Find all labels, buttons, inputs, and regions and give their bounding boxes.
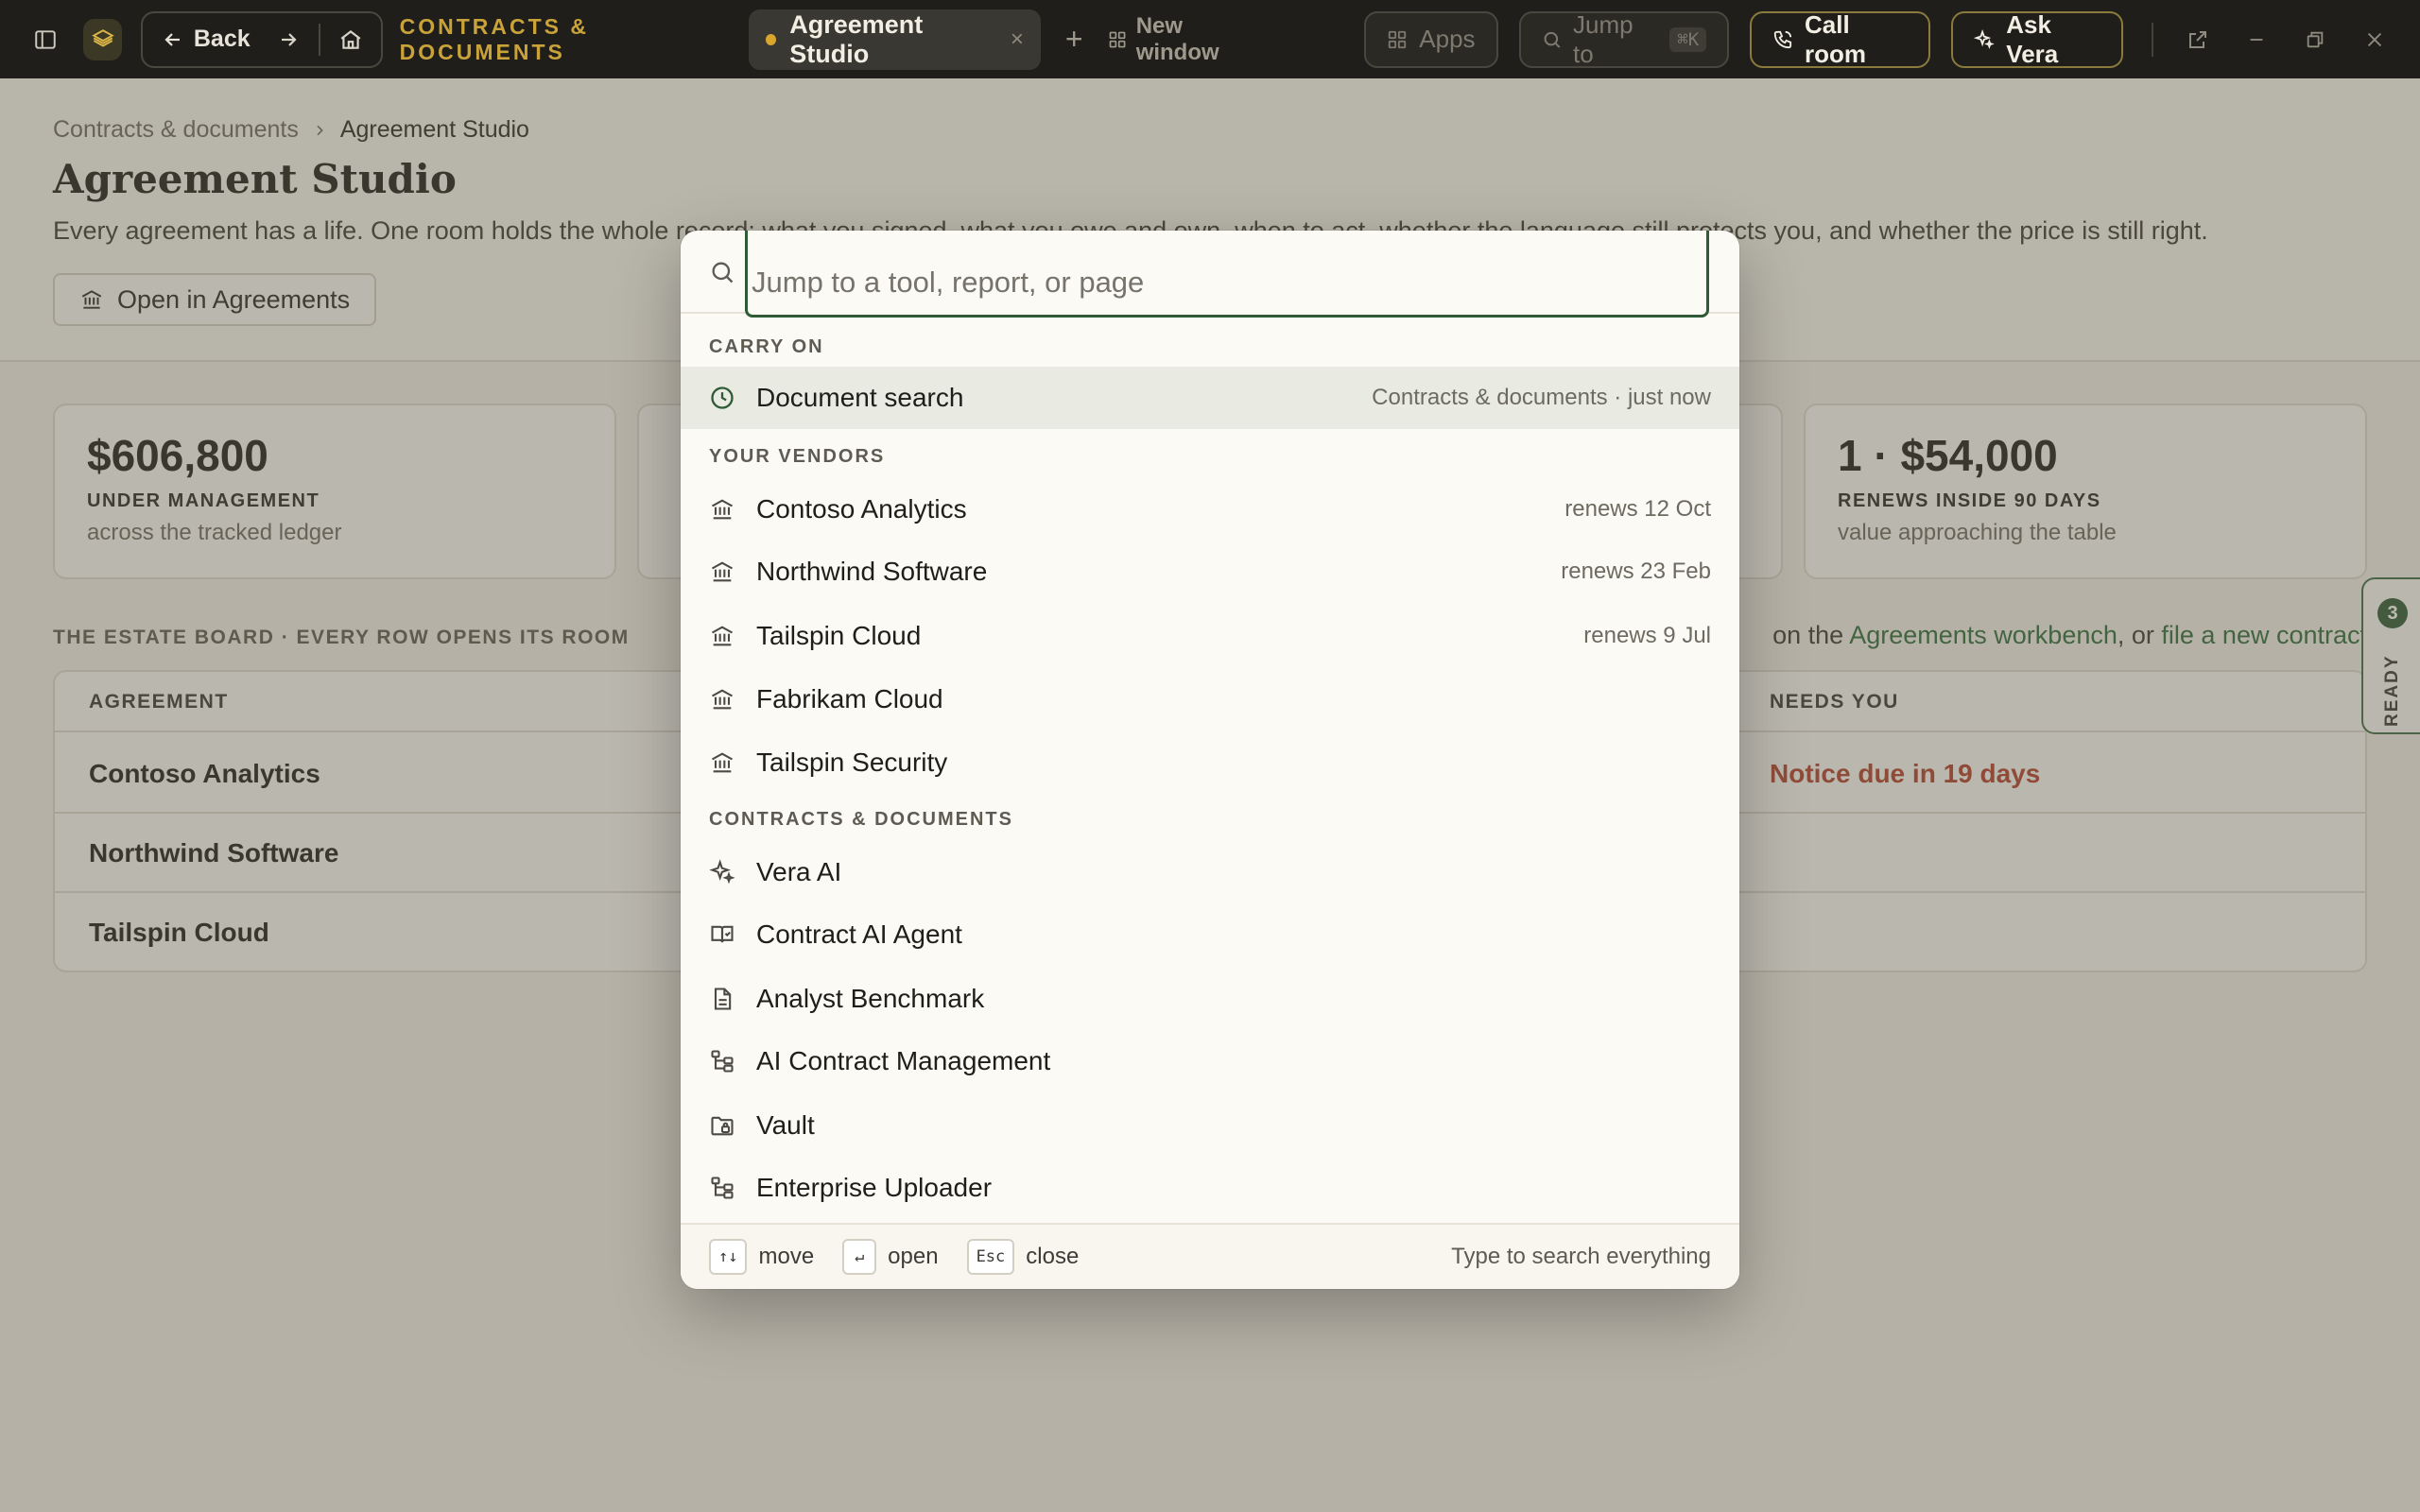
palette-footer: ↑↓ move ↵ open Esc close Type to search …	[681, 1223, 1739, 1289]
palette-item-label: Tailspin Security	[756, 747, 948, 777]
grid-icon	[1389, 30, 1407, 48]
palette-item-meta: renews 9 Jul	[1583, 623, 1711, 648]
open-hint: open	[888, 1244, 939, 1269]
navigation-group: Back	[140, 10, 383, 68]
tree-icon	[709, 1175, 735, 1201]
palette-item-label: Northwind Software	[756, 557, 988, 586]
tree-icon	[709, 1048, 735, 1074]
sidebar-toggle-icon[interactable]	[26, 19, 64, 60]
palette-item-meta: Contracts & documents · just now	[1372, 385, 1711, 410]
app-logo-icon[interactable]	[83, 18, 122, 60]
minimize-icon[interactable]	[2238, 19, 2275, 60]
tab-close-icon[interactable]: ×	[1011, 26, 1024, 53]
palette-item-vendor[interactable]: Fabrikam Cloud	[681, 668, 1739, 730]
palette-item-label: Contoso Analytics	[756, 494, 967, 524]
escape-key: Esc	[966, 1239, 1015, 1275]
palette-search-bar	[681, 231, 1739, 318]
home-icon	[340, 29, 361, 49]
palette-item-meta: renews 12 Oct	[1564, 496, 1711, 522]
apps-label: Apps	[1419, 25, 1476, 53]
ask-vera-label: Ask Vera	[2006, 9, 2059, 68]
pop-out-icon[interactable]	[2178, 19, 2216, 60]
search-icon	[1544, 31, 1561, 48]
search-everything-hint: Type to search everything	[1451, 1244, 1711, 1269]
forward-button[interactable]	[264, 17, 313, 62]
palette-item-vendor[interactable]: Tailspin Cloud renews 9 Jul	[681, 605, 1739, 667]
call-room-label: Call room	[1805, 9, 1867, 68]
palette-item-analyst-benchmark[interactable]: Analyst Benchmark	[681, 968, 1739, 1030]
enter-key: ↵	[842, 1239, 877, 1275]
bank-icon	[709, 623, 735, 649]
move-hint: move	[758, 1244, 815, 1269]
bank-icon	[709, 496, 735, 523]
command-palette: CARRY ON Document search Contracts & doc…	[681, 231, 1739, 1289]
palette-item-ai-contract-management[interactable]: AI Contract Management	[681, 1030, 1739, 1092]
palette-item-label: AI Contract Management	[756, 1046, 1051, 1075]
bank-icon	[709, 558, 735, 585]
close-hint: close	[1026, 1244, 1080, 1269]
close-window-icon[interactable]	[2356, 19, 2394, 60]
new-window-button[interactable]: New window	[1108, 13, 1261, 66]
back-label: Back	[193, 26, 251, 52]
phone-icon	[1773, 30, 1792, 48]
arrow-right-icon	[281, 32, 297, 46]
apps-button[interactable]: Apps	[1364, 10, 1498, 68]
palette-item-document-search[interactable]: Document search Contracts & documents · …	[681, 367, 1739, 429]
palette-item-label: Vault	[756, 1110, 815, 1140]
palette-item-label: Fabrikam Cloud	[756, 684, 943, 713]
bank-icon	[709, 686, 735, 713]
palette-item-vault[interactable]: Vault	[681, 1094, 1739, 1157]
palette-item-label: Vera AI	[756, 857, 842, 886]
ask-vera-button[interactable]: Ask Vera	[1951, 9, 2124, 68]
folder-lock-icon	[709, 1112, 735, 1139]
search-icon	[712, 262, 734, 284]
arrow-left-icon	[164, 32, 180, 46]
palette-item-label: Enterprise Uploader	[756, 1173, 993, 1202]
jump-to-label: Jump to	[1573, 9, 1634, 68]
palette-search-input[interactable]	[745, 231, 1709, 318]
document-icon	[709, 986, 735, 1012]
bank-icon	[709, 749, 735, 776]
palette-item-vera-ai[interactable]: Vera AI	[681, 841, 1739, 903]
jump-shortcut: ⌘K	[1669, 26, 1707, 52]
tab-agreement-studio[interactable]: Agreement Studio ×	[749, 9, 1041, 70]
group-label-carry-on: CARRY ON	[709, 336, 824, 357]
jump-to-button[interactable]: Jump to ⌘K	[1518, 9, 1730, 68]
palette-item-vendor[interactable]: Contoso Analytics renews 12 Oct	[681, 478, 1739, 541]
unsaved-dot-icon	[766, 33, 777, 45]
palette-item-label: Tailspin Cloud	[756, 621, 922, 650]
new-tab-button[interactable]: +	[1065, 22, 1083, 57]
palette-item-contract-ai-agent[interactable]: Contract AI Agent	[681, 903, 1739, 966]
grid-icon	[1109, 31, 1126, 47]
sparkle-icon	[709, 859, 735, 885]
palette-item-label: Document search	[756, 383, 964, 412]
call-room-button[interactable]: Call room	[1750, 9, 1931, 68]
window-controls-divider	[2152, 22, 2154, 57]
back-button[interactable]: Back	[148, 17, 264, 62]
tab-label: Agreement Studio	[789, 9, 924, 68]
palette-item-enterprise-uploader[interactable]: Enterprise Uploader	[681, 1157, 1739, 1219]
restore-icon[interactable]	[2296, 19, 2334, 60]
top-bar: Back CONTRACTS & DOCUMENTS Agreement Stu…	[0, 0, 2420, 78]
palette-item-label: Analyst Benchmark	[756, 984, 985, 1013]
nav-separator	[318, 23, 320, 56]
clock-icon	[709, 385, 735, 411]
group-label-vendors: YOUR VENDORS	[709, 446, 886, 467]
palette-item-vendor[interactable]: Northwind Software renews 23 Feb	[681, 541, 1739, 603]
palette-item-label: Contract AI Agent	[756, 919, 962, 949]
book-check-icon	[709, 921, 735, 948]
move-key: ↑↓	[709, 1239, 748, 1275]
new-window-label: New window	[1135, 12, 1219, 65]
sparkle-icon	[1974, 28, 1996, 49]
palette-item-meta: renews 23 Feb	[1561, 558, 1711, 584]
palette-item-vendor[interactable]: Tailspin Security	[681, 731, 1739, 794]
group-label-contracts: CONTRACTS & DOCUMENTS	[709, 809, 1013, 830]
home-button[interactable]	[326, 17, 375, 62]
section-title[interactable]: CONTRACTS & DOCUMENTS	[400, 14, 735, 65]
